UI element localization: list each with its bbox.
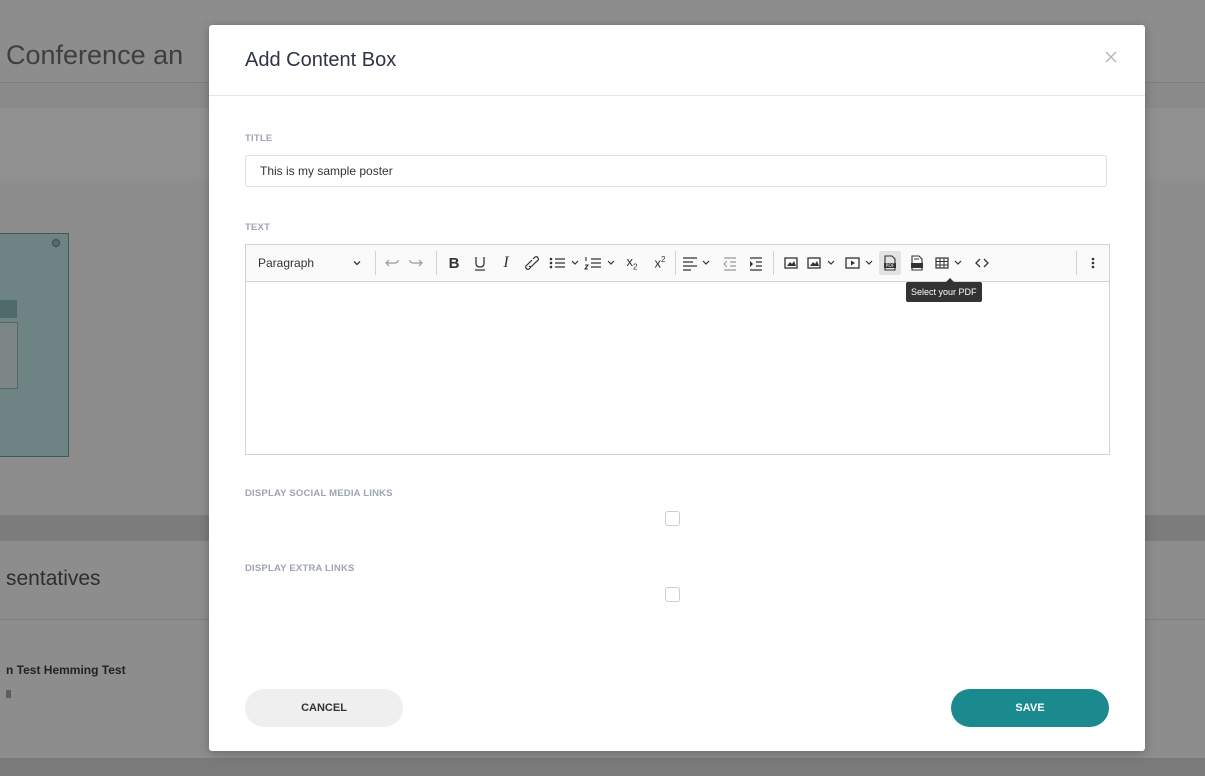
toolbar-separator (773, 251, 774, 275)
toolbar-separator (675, 251, 676, 275)
radio-icon (52, 239, 60, 247)
svg-text:PDF: PDF (886, 263, 895, 269)
source-code-icon[interactable] (970, 251, 994, 275)
toolbar-separator (436, 251, 437, 275)
align-icon[interactable] (681, 251, 715, 275)
file-icon[interactable] (906, 251, 928, 275)
rich-text-editor: Paragraph B I x2 x2 PDF (245, 244, 1110, 455)
outdent-icon[interactable] (718, 251, 742, 275)
cancel-button[interactable]: CANCEL (245, 689, 403, 727)
underline-icon[interactable] (470, 251, 490, 275)
undo-icon[interactable] (382, 251, 402, 275)
text-label: TEXT (245, 222, 271, 233)
social-media-links-label: DISPLAY SOCIAL MEDIA LINKS (245, 488, 393, 499)
italic-icon[interactable]: I (496, 251, 516, 275)
indent-icon[interactable] (744, 251, 768, 275)
title-label: TITLE (245, 133, 273, 144)
chevron-down-icon (352, 258, 362, 268)
card-block (0, 300, 17, 318)
close-icon[interactable] (1101, 47, 1121, 67)
title-input[interactable] (245, 155, 1107, 187)
social-media-links-checkbox[interactable] (665, 511, 680, 526)
representative-detail (6, 690, 11, 698)
paragraph-select[interactable]: Paragraph (252, 251, 370, 275)
redo-icon[interactable] (406, 251, 426, 275)
bold-icon[interactable]: B (444, 251, 464, 275)
toolbar-separator (375, 251, 376, 275)
subscript-icon[interactable]: x2 (620, 251, 644, 275)
table-icon[interactable] (934, 251, 968, 275)
card-block (0, 322, 18, 389)
link-icon[interactable] (522, 251, 542, 275)
superscript-icon[interactable]: x2 (648, 251, 672, 275)
bulleted-list-icon[interactable] (548, 251, 582, 275)
tooltip: Select your PDF (906, 278, 982, 302)
editor-content-area[interactable] (246, 282, 1109, 454)
section-title: sentatives (6, 567, 101, 590)
pdf-icon[interactable]: PDF (879, 251, 901, 275)
extra-links-checkbox[interactable] (665, 587, 680, 602)
modal-header: Add Content Box (209, 25, 1145, 96)
add-content-box-modal: Add Content Box TITLE TEXT Paragraph B (209, 25, 1145, 751)
numbered-list-icon[interactable] (584, 251, 618, 275)
toolbar-separator (1076, 251, 1077, 275)
more-icon[interactable] (1084, 251, 1102, 275)
modal-title: Add Content Box (245, 49, 397, 71)
image-insert-icon[interactable] (806, 251, 840, 275)
extra-links-label: DISPLAY EXTRA LINKS (245, 563, 355, 574)
save-button[interactable]: SAVE (951, 689, 1109, 727)
media-icon[interactable] (844, 251, 878, 275)
representative-name: n Test Hemming Test (6, 663, 126, 677)
image-icon[interactable] (779, 251, 803, 275)
page-title: Conference an (6, 40, 184, 70)
editor-toolbar: Paragraph B I x2 x2 PDF (246, 245, 1109, 282)
footer-band (0, 758, 1205, 776)
paragraph-select-label: Paragraph (258, 256, 315, 270)
poster-card[interactable] (0, 233, 69, 457)
